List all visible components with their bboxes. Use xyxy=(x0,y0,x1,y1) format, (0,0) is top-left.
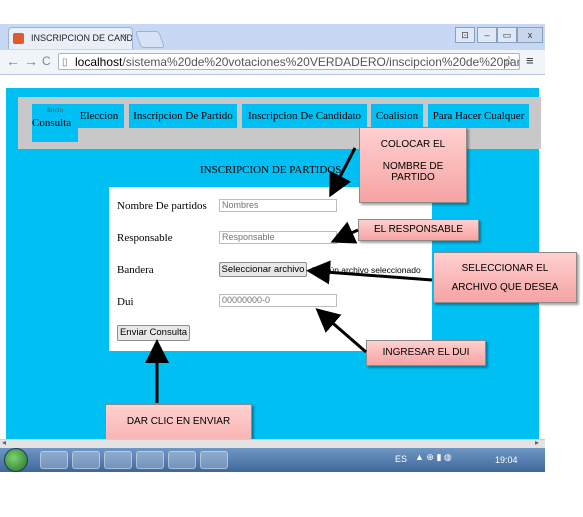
arrow-to-archivo xyxy=(306,260,433,285)
arrow-to-dui xyxy=(315,308,367,354)
annotation-arrows xyxy=(145,147,433,403)
arrow-to-responsable xyxy=(330,221,359,244)
arrow-to-nombre xyxy=(329,147,357,198)
